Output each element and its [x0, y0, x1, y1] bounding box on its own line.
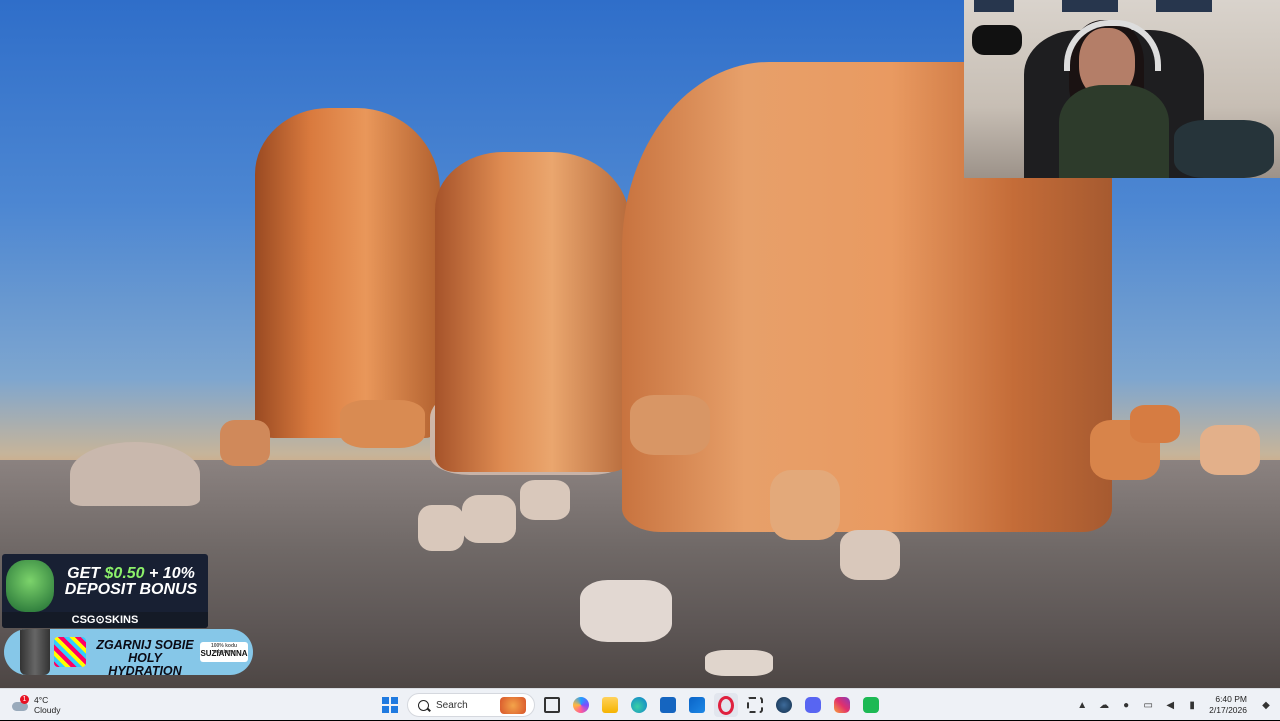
wallpaper-rock-left: [255, 108, 440, 438]
opera-gx-button[interactable]: [714, 693, 738, 717]
weather-temp: 4°C: [34, 695, 49, 705]
clock-time: 6:40 PM: [1215, 694, 1247, 704]
network-icon[interactable]: ▭: [1140, 697, 1156, 713]
opera-gx-icon: [718, 695, 734, 715]
task-view-button[interactable]: [540, 693, 564, 717]
snipping-tool-icon: [747, 697, 763, 713]
ad-headline-prefix: GET: [67, 565, 105, 582]
wallpaper-stone: [520, 480, 570, 520]
microsoft-store-icon: [660, 697, 676, 713]
headphones: [1064, 20, 1161, 71]
microphone: [972, 25, 1022, 55]
ad-brand: CSG⊙SKINS: [2, 612, 208, 628]
microsoft-store-button[interactable]: [656, 693, 680, 717]
search-placeholder: Search: [436, 699, 468, 711]
wallpaper-stone: [705, 650, 773, 676]
windows-start-button[interactable]: [378, 693, 402, 717]
copilot-icon: [573, 697, 589, 713]
wall-frame: [974, 0, 1014, 12]
ad-headline-suffix: + 10%: [144, 565, 195, 582]
discord-icon: [805, 697, 821, 713]
taskbar-apps: Search: [378, 692, 883, 718]
app-icon: [863, 697, 879, 713]
steam-button[interactable]: [772, 693, 796, 717]
wallpaper-stone: [220, 420, 270, 466]
ad-mascot-image: [6, 560, 54, 612]
taskbar: 1 4°C Cloudy Search ▲ ☁ ● ▭ ◀ ▮ 6:40 PM …: [0, 688, 1280, 720]
wall-frame: [1156, 0, 1212, 12]
ad-headline-line2: HOLY HYDRATION: [108, 651, 182, 676]
steam-icon: [776, 697, 792, 713]
wallpaper-rock-middle: [435, 152, 630, 472]
weather-text: 4°C Cloudy: [34, 695, 60, 715]
wallpaper-stone: [630, 395, 710, 455]
notification-badge: 1: [20, 695, 29, 704]
volume-icon[interactable]: ◀: [1162, 697, 1178, 713]
outlook-button[interactable]: [685, 693, 709, 717]
webcam-overlay: [964, 0, 1280, 178]
discord-button[interactable]: [801, 693, 825, 717]
hydration-ad[interactable]: ZGARNIJ SOBIE HOLY HYDRATION 100% kodu r…: [4, 629, 253, 675]
streamer-body: [1059, 85, 1169, 178]
copilot-button[interactable]: [569, 693, 593, 717]
instagram-button[interactable]: [830, 693, 854, 717]
snipping-tool-button[interactable]: [743, 693, 767, 717]
cloud-icon: 1: [10, 695, 30, 713]
microphone-icon[interactable]: ●: [1118, 697, 1134, 713]
instagram-icon: [834, 697, 850, 713]
ad-headline-line2: DEPOSIT BONUS: [64, 581, 198, 598]
windows-start-icon: [382, 697, 398, 713]
task-view-icon: [544, 697, 560, 713]
outlook-icon: [689, 697, 705, 713]
ad-brand-subtext: 100% kodu rabatowy: [210, 643, 238, 655]
clock[interactable]: 6:40 PM 2/17/2026: [1209, 694, 1247, 716]
deposit-bonus-ad[interactable]: GET $0.50 + 10% DEPOSIT BONUS CSG⊙SKINS: [2, 554, 208, 628]
file-explorer-button[interactable]: [598, 693, 622, 717]
blanket: [1174, 120, 1274, 178]
wall-frame: [1062, 0, 1118, 12]
edge-icon: [631, 697, 647, 713]
notification-bell-icon[interactable]: ◆: [1258, 697, 1274, 713]
cloud-icon[interactable]: ☁: [1096, 697, 1112, 713]
chevron-up-icon[interactable]: ▲: [1074, 697, 1090, 713]
ad-headline: GET $0.50 + 10% DEPOSIT BONUS: [56, 566, 206, 598]
wallpaper-stone: [770, 470, 840, 540]
weather-condition: Cloudy: [34, 705, 61, 715]
wallpaper-stone: [462, 495, 516, 543]
app-button[interactable]: [859, 693, 883, 717]
wallpaper-stone: [340, 400, 425, 448]
ad-headline: ZGARNIJ SOBIE HOLY HYDRATION: [90, 638, 200, 676]
shaker-bottle-image: [20, 629, 50, 675]
ad-headline-line1: ZGARNIJ SOBIE: [96, 638, 194, 652]
wallpaper-stone: [840, 530, 900, 580]
search-highlight-icon: [500, 697, 526, 714]
wallpaper-stone: [1200, 425, 1260, 475]
edge-button[interactable]: [627, 693, 651, 717]
wallpaper-stone: [1130, 405, 1180, 443]
product-can-image: [54, 637, 86, 667]
weather-widget[interactable]: 1 4°C Cloudy: [10, 693, 60, 717]
wallpaper-rock-small: [70, 442, 200, 506]
system-tray: ▲ ☁ ● ▭ ◀ ▮ 6:40 PM 2/17/2026 ◆: [1071, 689, 1280, 721]
taskbar-search-input[interactable]: Search: [407, 693, 535, 717]
wallpaper-stone: [580, 580, 672, 642]
file-explorer-icon: [602, 697, 618, 713]
wallpaper-stone: [418, 505, 464, 551]
ad-headline-amount: $0.50: [104, 565, 145, 582]
ad-brand-code: 100% kodu rabatowy SUZIANNNA: [200, 642, 248, 662]
battery-icon[interactable]: ▮: [1184, 697, 1200, 713]
search-icon: [418, 699, 429, 711]
clock-date: 2/17/2026: [1209, 705, 1247, 715]
